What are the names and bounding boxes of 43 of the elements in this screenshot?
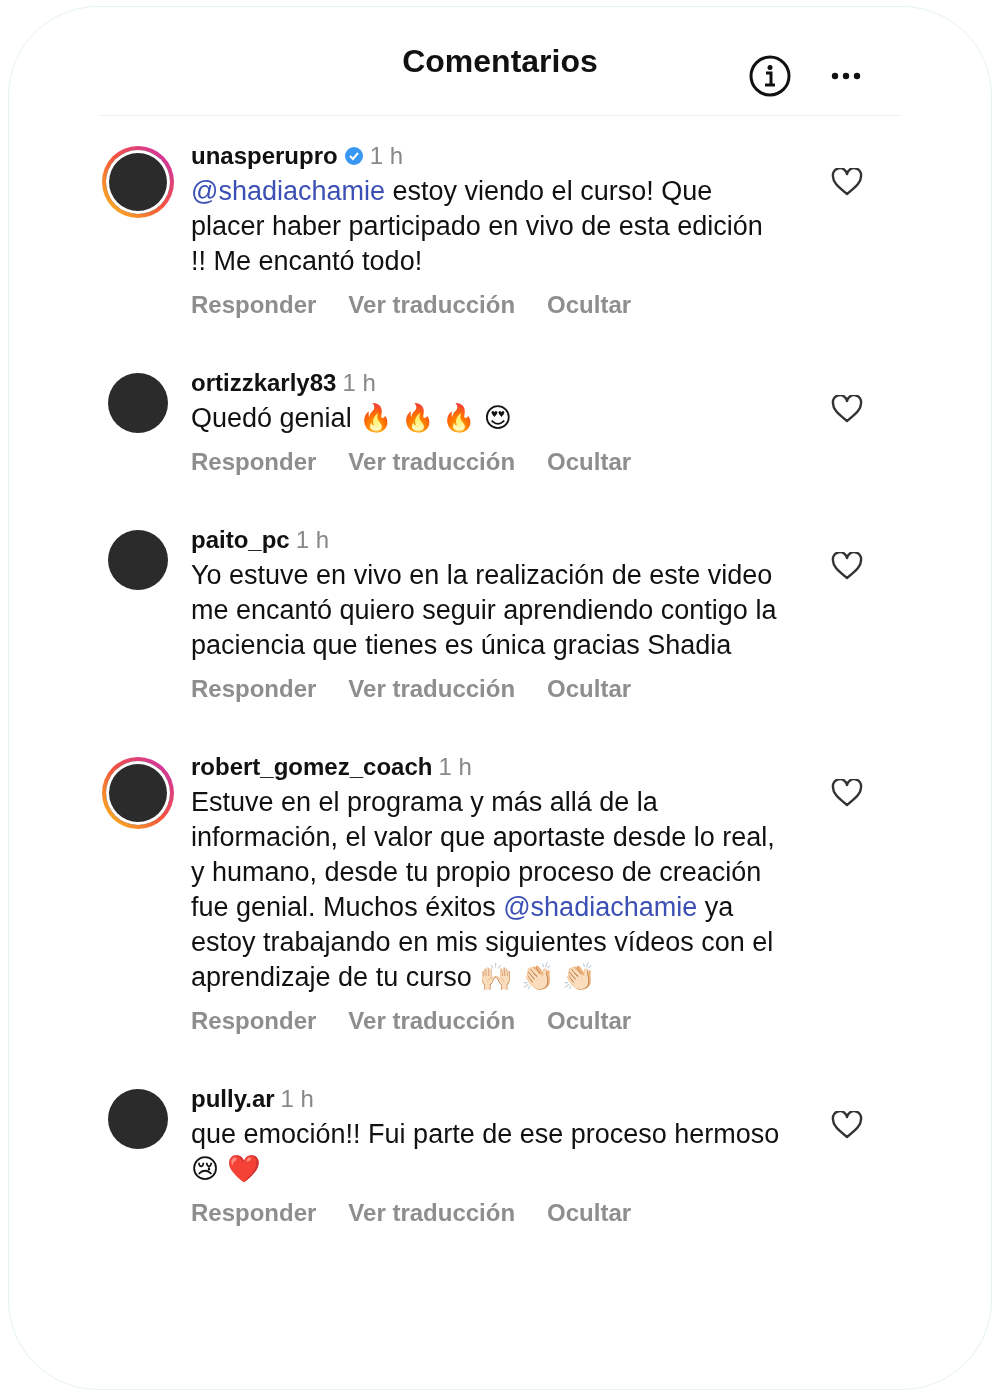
action-link[interactable]: Ocultar (547, 675, 632, 703)
heart-icon[interactable] (831, 395, 863, 423)
action-link[interactable]: Ocultar (547, 291, 632, 319)
heart-icon[interactable] (831, 552, 863, 580)
heart-icon[interactable] (831, 779, 863, 807)
username[interactable]: unasperupro (191, 142, 338, 170)
action-link[interactable]: Ver traducción (348, 448, 516, 476)
action-link[interactable]: Ocultar (547, 1007, 632, 1035)
timestamp: 1 h (438, 753, 472, 781)
heart-icon[interactable] (831, 168, 863, 196)
action-link[interactable]: Responder (191, 448, 317, 476)
timestamp: 1 h (280, 1085, 314, 1113)
timestamp: 1 h (342, 369, 376, 397)
avatar[interactable] (108, 1089, 168, 1149)
timestamp: 1 h (295, 526, 330, 554)
action-link[interactable]: Ocultar (547, 448, 632, 476)
comment-text: Yo estuve en vivo en la realización de este video me encantó quiero seguir aprendiendo contigo la paciencia que tienes es única gracias Shadia (191, 559, 778, 662)
mention-link[interactable]: @shadiachamie (503, 892, 698, 922)
avatar[interactable] (108, 530, 168, 590)
more-icon[interactable] (831, 72, 861, 80)
comment-text: que emoción!! Fui parte de ese proceso hermoso 😢 ❤ (191, 1118, 781, 1186)
avatar[interactable] (108, 373, 168, 433)
action-link[interactable]: Responder (191, 291, 317, 319)
action-link[interactable]: Ver traducción (348, 291, 516, 319)
action-link[interactable]: Responder (191, 1007, 317, 1035)
username[interactable]: robert_gomez_coach (191, 753, 433, 781)
username[interactable]: paito_pc (191, 526, 290, 554)
comment-text: Quedó genial 🔥 🔥 🔥 😍 (191, 402, 513, 435)
action-link[interactable]: Ver traducción (348, 1007, 516, 1035)
action-link[interactable]: Ocultar (547, 1199, 632, 1227)
info-icon[interactable] (749, 55, 791, 97)
username[interactable]: pully.ar (191, 1085, 275, 1113)
mention-link[interactable]: @shadiachamie (191, 176, 385, 206)
comment-text: @shadiachamie estoy viendo el curso! Que placer haber participado en vivo de esta edición !! Me encantó todo! (191, 175, 764, 278)
timestamp: 1 h (369, 142, 404, 170)
action-link[interactable]: Responder (191, 1199, 317, 1227)
username[interactable]: ortizzkarly83 (191, 369, 337, 397)
action-link[interactable]: Responder (191, 675, 317, 703)
action-link[interactable]: Ver traducción (348, 675, 516, 703)
heart-icon[interactable] (831, 1111, 863, 1139)
header-title: Comentarios (402, 42, 598, 80)
action-link[interactable]: Ver traducción (348, 1199, 516, 1227)
comment-text: Estuve en el programa y más allá de la información, el valor que aportaste desde lo real, y humano, desde tu propio proceso de creación fue genial. Muchos éxitos @shadiachamie ya estoy trabajando en mis siguientes vídeos con el aprendizaje de tu curso 🙌🏻 👏🏻 👏🏻 (191, 786, 776, 994)
